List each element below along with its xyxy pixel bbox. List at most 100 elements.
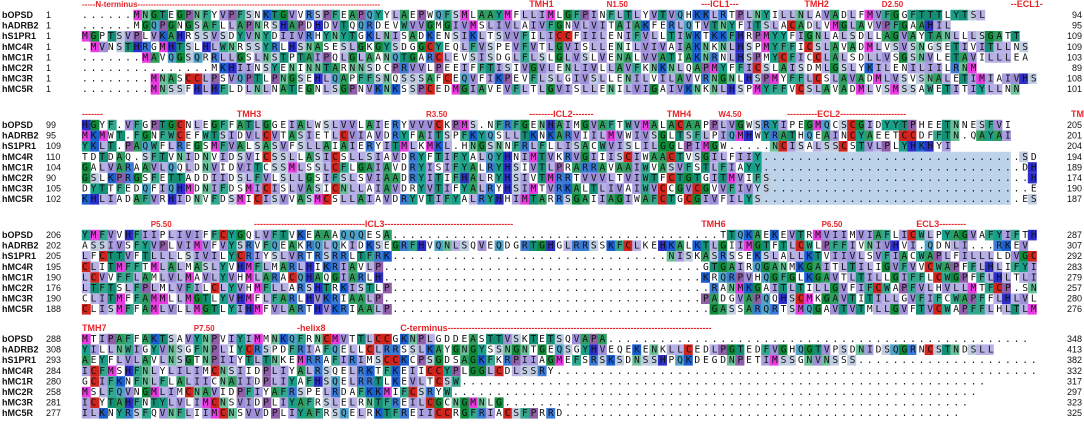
- end-position: 348: [1067, 334, 1082, 344]
- residue-sequence: CLITMFFAMMLLMGTLYVHMFLFARLHVKRIAALP.....…: [82, 294, 1037, 305]
- alignment-block: P5.50 -----------------------------------…: [2, 219, 1082, 315]
- start-position: 202: [46, 241, 61, 251]
- end-position: 307: [1067, 241, 1082, 251]
- alignment-row: hMC2R 90 GSLKPRGSFETTADDIIDSLFVLSLLGSIFSLS…: [2, 172, 1082, 184]
- start-position: 190: [46, 294, 61, 304]
- residue-sequence: TDTDAQ.SFTVNIDNVIDSVICSSLLASICSLLSIAVDRY…: [82, 152, 1037, 163]
- residue-sequence: DYTTFEDQFIQHMDNIFDSMICISLVASICNLLAIAVDRY…: [82, 184, 1037, 195]
- end-position: 279: [1067, 272, 1082, 282]
- sequence-name: hS1PR1: [2, 251, 36, 261]
- residue-sequence: ICFMSHFNLYLILIMCNSIIDPLIYALRSQELRKTFKEII…: [82, 366, 1037, 377]
- sequence-alignment-figure: -----N-terminus-------------------------…: [2, 0, 1084, 419]
- region-annotation: W4.50: [718, 110, 742, 119]
- start-position: 281: [46, 398, 61, 408]
- region-annotation: TMH5: [1071, 109, 1084, 119]
- start-position: 102: [46, 194, 61, 204]
- region-annotation: -----N-terminus-------------------------…: [82, 0, 380, 9]
- end-position: 280: [1067, 294, 1082, 304]
- sequence-name: hMC1R: [2, 162, 33, 172]
- residue-sequence: YKLT.PAQWFLREGSMFVALSASVFSLLAIAIERYITMLK…: [82, 141, 951, 152]
- sequence-name: hMC3R: [2, 74, 33, 84]
- alignment-block: -----N-terminus-------------------------…: [2, 0, 1082, 95]
- end-position: 332: [1067, 366, 1082, 376]
- alignment-row: hS1PR1 1 MGPTSVPLVKAHRSSVSDYVNYDIIVRHYNYTG…: [2, 31, 1082, 42]
- sequence-name: hMC2R: [2, 173, 33, 183]
- residue-sequence: LFCTTVFTLLLLSIVILYCRIYSLVRTRSRRLTFRK....…: [82, 251, 1037, 262]
- residue-sequence: AEYFLVLAVLNSGTNPIIYTLTNKEMRRAFIRIMSCCKCP…: [82, 355, 1037, 366]
- sequence-name: hMC3R: [2, 294, 33, 304]
- alignment-row: hMC5R 1 ........MNSSFHLHFLDLNLNATEGNLSGPNV…: [2, 84, 1082, 95]
- end-position: 276: [1067, 304, 1082, 314]
- alignment-row: bOPSD 288 MTIPAFFAKTSAVYNPVIYIMMNKQFRNCMVT…: [2, 333, 1082, 345]
- sequence-name: hS1PR1: [2, 141, 36, 151]
- residue-sequence: ......MNGTEGPNFYVPFSNKTGVVRSPFEAPQYYLAEP…: [82, 10, 985, 21]
- end-position: 283: [1067, 262, 1082, 272]
- alignment-row: hMC3R 105 DYTTFEDQFIQHMDNIFDSMICISLVASICNL…: [2, 183, 1082, 195]
- start-position: 280: [46, 376, 61, 386]
- end-position: 190: [1067, 184, 1082, 194]
- alignment-block: TMH7 P7.50 -helix8 C-terminus--------------…: [2, 323, 1082, 419]
- start-position: 1: [46, 10, 51, 20]
- start-position: 188: [46, 304, 61, 314]
- end-position: 101: [1067, 84, 1082, 94]
- alignment-row: hS1PR1 109 YKLT.PAQWFLREGSMFVALSASVFSLLAIA…: [2, 141, 1082, 152]
- start-position: 277: [46, 408, 61, 418]
- sequence-name: hMC1R: [2, 272, 33, 282]
- alignment-row: bOPSD 1 ......MNGTEGPNFYVPFSNKTGVVRSPFEAPQ…: [2, 9, 1082, 21]
- alignment-row: hADRB2 1 ......MGQPGNGSAFLLAPNRSHAPDHDVTQQ…: [2, 20, 1082, 32]
- end-position: 187: [1067, 194, 1082, 204]
- end-position: 103: [1067, 52, 1082, 62]
- residue-sequence: ICYTAHFNTYLVLIMCNSVIDPLIYAFRSLELRNTFREIL…: [82, 398, 968, 409]
- alignment-row: hMC4R 1 .MVNSTHRGMHTSLHLWNRSSYRLHSNASESLGK…: [2, 41, 1082, 53]
- sequence-name: hMC3R: [2, 184, 33, 194]
- alignment-row: hS1PR1 293 AEYFLVLAVLNSGTNPIIYTLTNKEMRRAFI…: [2, 355, 1082, 366]
- alignment-row: hMC5R 102 KHLIADAFVRHIDNVFDSMICISVVASMCSLL…: [2, 194, 1082, 205]
- end-position: 201: [1067, 131, 1082, 141]
- end-position: 89: [1072, 63, 1082, 73]
- start-position: 99: [46, 120, 56, 130]
- sequence-name: hMC4R: [2, 262, 33, 272]
- residue-sequence: GCIFKNFNLFLALIICNAIIDPLIYAFHSQELRRTLKEVL…: [82, 376, 985, 387]
- region-annotation: N1.50: [607, 0, 629, 9]
- end-position: 194: [1067, 152, 1082, 162]
- end-position: 108: [1067, 74, 1082, 84]
- start-position: 1: [46, 21, 51, 31]
- region-annotation: TMH2: [804, 0, 829, 9]
- end-position: 95: [1072, 21, 1082, 31]
- region-annotation: ----------ECL2----------------------: [787, 109, 906, 119]
- residue-sequence: YMFVVHFIIPLIVIFFCYGQLVFTVKEAAAQQQESA....…: [82, 230, 1037, 241]
- sequence-name: hMC3R: [2, 398, 33, 408]
- start-position: 105: [46, 184, 61, 194]
- sequence-name: bOPSD: [2, 230, 34, 240]
- alignment-row: hADRB2 95 MKMWT.FGNFWCEFWTSIDVLCVTASIETLCV…: [2, 130, 1082, 142]
- start-position: 104: [46, 162, 61, 172]
- alignment-row: hMC5R 188 CLISMFFAMLVLLMGTLYIHMFVLARTHVKRI…: [2, 304, 1082, 315]
- residue-sequence: ........MNSSFHLHFLDLNLNATEGNLSGPNVKNKSSP…: [82, 84, 1020, 95]
- start-position: 293: [46, 355, 61, 365]
- start-position: 1: [46, 31, 51, 41]
- residue-sequence: ......MGQPGNGSAFLLAPNRSHAPDHDVTQQRDEVWVV…: [82, 21, 951, 32]
- alignment-row: hADRB2 308 YILLNWIGYVNSGFNPLIYCRSPDFRIAFQE…: [2, 344, 1082, 356]
- sequence-name: hMC2R: [2, 387, 33, 397]
- start-position: 1: [46, 74, 51, 84]
- start-position: 205: [46, 251, 61, 261]
- sequence-name: hMC2R: [2, 283, 33, 293]
- end-position: 174: [1067, 173, 1082, 183]
- alignment-row: hMC5R 277 ILKNYRSFQVNFLIIMCNSVVDPLIYAFRSQE…: [2, 408, 1082, 419]
- alignment-row: hMC2R 258 MSLFQVNGMLIMCNAVIDPFIYAFRSPELRDA…: [2, 386, 1082, 398]
- end-position: 109: [1067, 31, 1082, 41]
- start-position: 95: [46, 131, 56, 141]
- end-position: 205: [1067, 120, 1082, 130]
- start-position: 284: [46, 366, 61, 376]
- start-position: 195: [46, 262, 61, 272]
- region-annotation: ---ICL1---: [701, 0, 739, 9]
- region-annotation: C-terminus------------------------------…: [400, 323, 711, 333]
- sequence-name: hADRB2: [2, 345, 39, 355]
- sequence-name: hMC4R: [2, 152, 33, 162]
- region-annotation: TMH3: [237, 109, 261, 119]
- end-position: 204: [1067, 141, 1082, 151]
- residue-sequence: CLISMFFAMLVLLMGTLYIHMFVLARTHVKRIAALP....…: [82, 304, 1037, 315]
- start-position: 109: [46, 141, 61, 151]
- alignment-row: hMC1R 104 GALVARAAVLQQLDNVIDVITCSSMLSSLCFL…: [2, 162, 1082, 173]
- residue-sequence: GSLKPRGSFETTADDIIDSLFVLSLLGSIFSLSVIAADRY…: [82, 173, 1037, 184]
